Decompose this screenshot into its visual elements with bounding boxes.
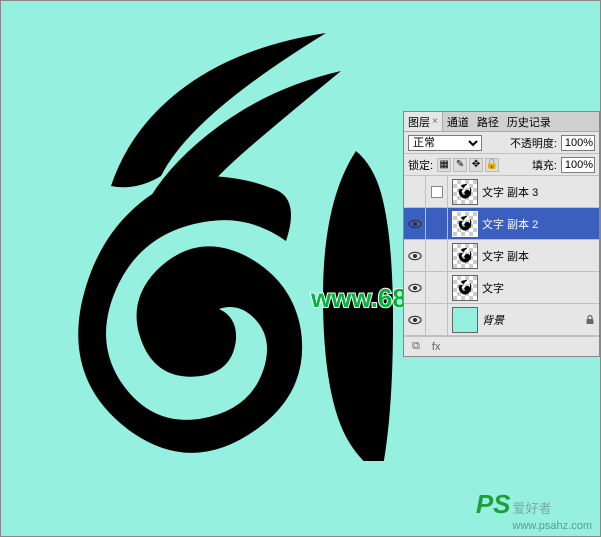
link-col[interactable] — [426, 240, 448, 271]
link-col[interactable] — [426, 208, 448, 239]
fill-input[interactable] — [561, 157, 595, 173]
lock-label: 锁定: — [408, 157, 433, 173]
layer-name[interactable]: 文字 副本 3 — [482, 184, 599, 200]
link-layers-icon[interactable]: ⧉ — [410, 340, 422, 353]
panel-tabs: 图层 × 通道 路径 历史记录 — [404, 112, 599, 132]
brand-url: www.psahz.com — [513, 520, 592, 532]
visibility-toggle[interactable] — [404, 272, 426, 303]
layer-row[interactable]: 文字 副本 2 — [404, 208, 599, 240]
visibility-toggle[interactable] — [404, 176, 426, 207]
lock-icons: ▦ ✎ ✥ 🔒 — [437, 158, 499, 172]
blend-mode-select[interactable]: 正常 — [408, 135, 482, 151]
lock-pixels-icon[interactable]: ▦ — [437, 158, 451, 172]
brand-ps: PS — [476, 489, 511, 520]
layer-thumbnail[interactable] — [452, 179, 478, 205]
layer-thumbnail[interactable] — [452, 243, 478, 269]
artwork-logo — [41, 31, 401, 461]
layer-thumbnail[interactable] — [452, 307, 478, 333]
layer-checkbox[interactable] — [431, 186, 443, 198]
visibility-toggle[interactable] — [404, 208, 426, 239]
layer-row[interactable]: 背景 — [404, 304, 599, 336]
logo-svg — [41, 31, 401, 461]
close-icon[interactable]: × — [432, 116, 438, 127]
layer-name[interactable]: 文字 副本 2 — [482, 216, 599, 232]
opacity-input[interactable] — [561, 135, 595, 151]
layer-name[interactable]: 文字 — [482, 280, 599, 296]
panel-footer: ⧉ fx — [404, 336, 599, 356]
fill-label: 填充: — [532, 157, 557, 173]
tab-channels[interactable]: 通道 — [443, 112, 473, 131]
opacity-label: 不透明度: — [510, 135, 557, 151]
lock-brush-icon[interactable]: ✎ — [453, 158, 467, 172]
layer-row[interactable]: 文字 — [404, 272, 599, 304]
layers-panel: 图层 × 通道 路径 历史记录 正常 不透明度: 锁定: ▦ ✎ ✥ 🔒 填充:… — [403, 111, 600, 357]
fx-icon[interactable]: fx — [430, 341, 443, 353]
tab-history[interactable]: 历史记录 — [503, 112, 555, 131]
layers-list: 文字 副本 3 文字 副本 2 文字 副本文字背景 — [404, 176, 599, 336]
watermark-bottom: PS 爱好者 www.psahz.com — [476, 489, 592, 532]
layer-row[interactable]: 文字 副本 3 — [404, 176, 599, 208]
lock-move-icon[interactable]: ✥ — [469, 158, 483, 172]
tab-paths[interactable]: 路径 — [473, 112, 503, 131]
tab-layers[interactable]: 图层 × — [404, 112, 443, 131]
visibility-toggle[interactable] — [404, 240, 426, 271]
visibility-toggle[interactable] — [404, 304, 426, 335]
layer-name[interactable]: 文字 副本 — [482, 248, 599, 264]
layer-row[interactable]: 文字 副本 — [404, 240, 599, 272]
link-col[interactable] — [426, 176, 448, 207]
brand-text: 爱好者 — [513, 501, 552, 516]
lock-row: 锁定: ▦ ✎ ✥ 🔒 填充: — [404, 154, 599, 176]
lock-icon — [585, 315, 595, 325]
layer-thumbnail[interactable] — [452, 211, 478, 237]
lock-all-icon[interactable]: 🔒 — [485, 158, 499, 172]
layer-thumbnail[interactable] — [452, 275, 478, 301]
tab-layers-label: 图层 — [408, 114, 430, 130]
layer-name[interactable]: 背景 — [482, 312, 585, 328]
link-col[interactable] — [426, 272, 448, 303]
link-col[interactable] — [426, 304, 448, 335]
blend-row: 正常 不透明度: — [404, 132, 599, 154]
